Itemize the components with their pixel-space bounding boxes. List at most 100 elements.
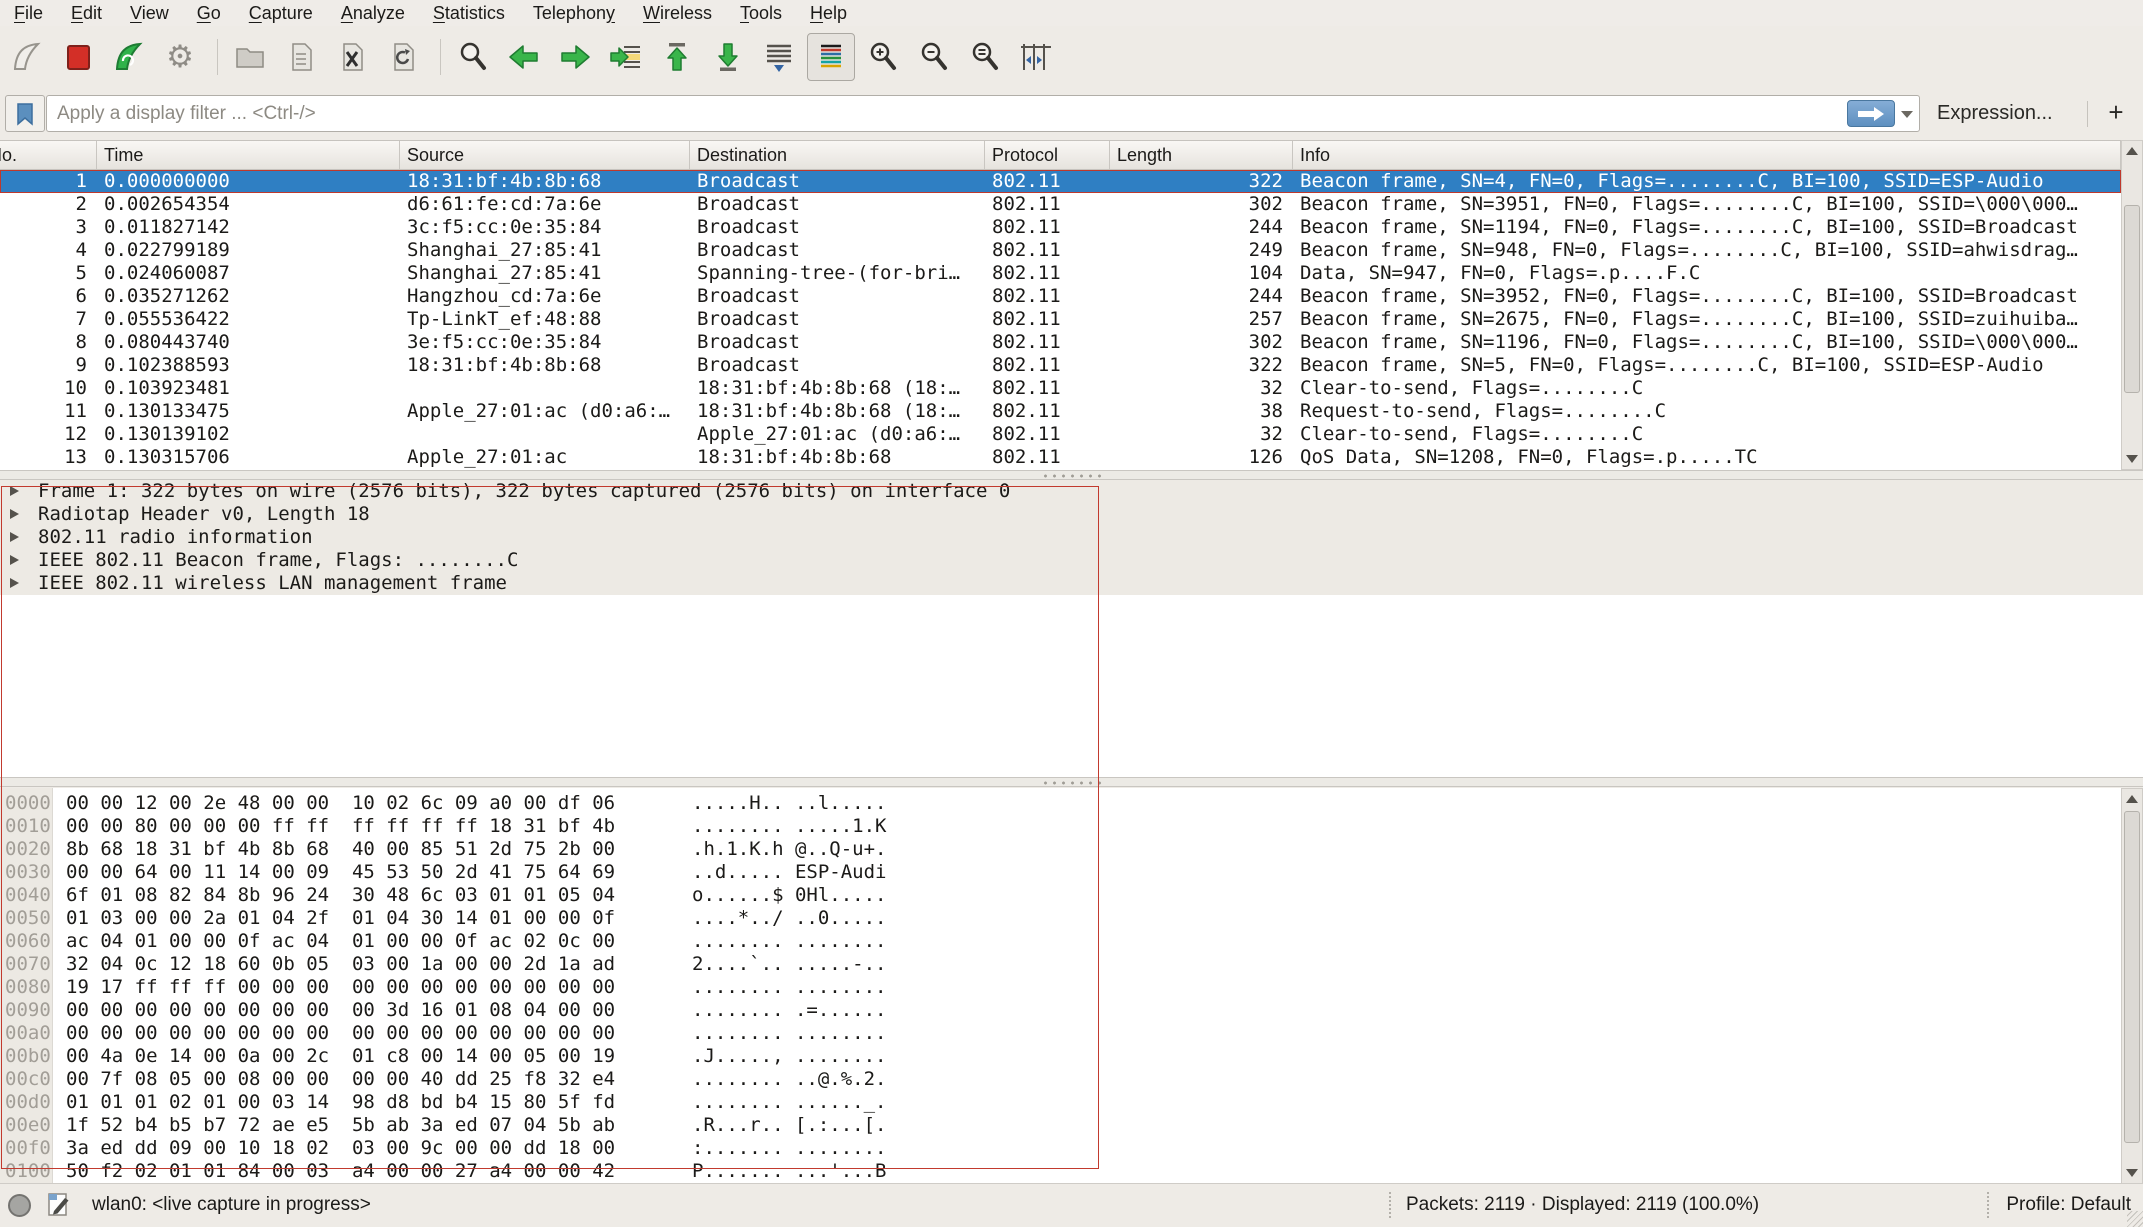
menu-view[interactable]: View	[116, 3, 183, 24]
column-header-info[interactable]: Info	[1293, 141, 2121, 169]
scroll-up-icon[interactable]	[2122, 789, 2142, 809]
zoom-out-button[interactable]	[911, 34, 957, 80]
go-back-button[interactable]	[501, 34, 547, 80]
hex-row-0070[interactable]: 007032 04 0c 12 18 60 0b 05 03 00 1a 00 …	[0, 953, 2143, 976]
hex-row-0080[interactable]: 008019 17 ff ff ff 00 00 00 00 00 00 00 …	[0, 976, 2143, 999]
find-packet-button[interactable]	[450, 34, 496, 80]
detail-row[interactable]: Frame 1: 322 bytes on wire (2576 bits), …	[0, 480, 2143, 503]
menu-file[interactable]: File	[0, 3, 57, 24]
hex-row-00d0[interactable]: 00d001 01 01 02 01 00 03 14 98 d8 bd b4 …	[0, 1091, 2143, 1114]
column-header-time[interactable]: Time	[97, 141, 400, 169]
expander-icon[interactable]	[10, 555, 19, 565]
restart-capture-button[interactable]	[106, 34, 152, 80]
expander-icon[interactable]	[10, 578, 19, 588]
column-header-source[interactable]: Source	[400, 141, 690, 169]
go-to-bottom-button[interactable]	[705, 34, 751, 80]
filter-dropdown-caret-icon[interactable]	[1901, 111, 1913, 118]
hex-row-0050[interactable]: 005001 03 00 00 2a 01 04 2f 01 04 30 14 …	[0, 907, 2143, 930]
cell-info: Data, SN=947, FN=0, Flags=.p....F.C	[1293, 262, 2121, 285]
packet-row-9[interactable]: 90.10238859318:31:bf:4b:8b:68Broadcast80…	[0, 354, 2121, 377]
bytes-scrollbar[interactable]	[2121, 788, 2143, 1184]
hex-row-0020[interactable]: 00208b 68 18 31 bf 4b 8b 68 40 00 85 51 …	[0, 838, 2143, 861]
capture-comment-icon[interactable]	[46, 1191, 72, 1225]
filter-bookmark-button[interactable]	[5, 95, 45, 132]
expander-icon[interactable]	[10, 509, 19, 519]
menu-edit[interactable]: Edit	[57, 3, 116, 24]
menu-help[interactable]: Help	[796, 3, 861, 24]
resize-grip[interactable]	[2127, 1211, 2143, 1227]
packet-list-scrollbar[interactable]	[2121, 140, 2143, 470]
packet-row-12[interactable]: 120.130139102Apple_27:01:ac (d0:a6:…802.…	[0, 423, 2121, 446]
detail-row[interactable]: IEEE 802.11 wireless LAN management fram…	[0, 572, 2143, 595]
expert-info-icon[interactable]	[8, 1194, 31, 1217]
details-splitter[interactable]	[0, 470, 2143, 480]
close-file-button[interactable]	[329, 34, 375, 80]
go-forward-button[interactable]	[552, 34, 598, 80]
expander-icon[interactable]	[10, 486, 19, 496]
packet-row-2[interactable]: 20.002654354d6:61:fe:cd:7a:6eBroadcast80…	[0, 193, 2121, 216]
scroll-up-icon[interactable]	[2122, 141, 2142, 161]
column-header-length[interactable]: Length	[1110, 141, 1293, 169]
open-file-button[interactable]	[227, 34, 273, 80]
hex-row-0100[interactable]: 010050 f2 02 01 01 84 00 03 a4 00 00 27 …	[0, 1160, 2143, 1183]
cell-no: 11	[0, 400, 97, 423]
packet-row-8[interactable]: 80.0804437403e:f5:cc:0e:35:84Broadcast80…	[0, 331, 2121, 354]
zoom-in-button[interactable]	[860, 34, 906, 80]
packet-row-5[interactable]: 50.024060087Shanghai_27:85:41Spanning-tr…	[0, 262, 2121, 285]
hex-row-00a0[interactable]: 00a000 00 00 00 00 00 00 00 00 00 00 00 …	[0, 1022, 2143, 1045]
go-to-top-button[interactable]	[654, 34, 700, 80]
packet-row-7[interactable]: 70.055536422Tp-LinkT_ef:48:88Broadcast80…	[0, 308, 2121, 331]
detail-row[interactable]: IEEE 802.11 Beacon frame, Flags: .......…	[0, 549, 2143, 572]
save-file-button[interactable]	[278, 34, 324, 80]
zoom-original-button[interactable]	[962, 34, 1008, 80]
expander-icon[interactable]	[10, 532, 19, 542]
auto-scroll-button[interactable]	[756, 34, 802, 80]
reload-file-button[interactable]	[380, 34, 426, 80]
scroll-down-icon[interactable]	[2122, 449, 2142, 469]
detail-row[interactable]: Radiotap Header v0, Length 18	[0, 503, 2143, 526]
capture-options-button[interactable]: ⚙	[157, 34, 203, 80]
packet-row-11[interactable]: 110.130133475Apple_27:01:ac (d0:a6:…18:3…	[0, 400, 2121, 423]
menu-tools[interactable]: Tools	[726, 3, 796, 24]
go-to-packet-button[interactable]	[603, 34, 649, 80]
add-filter-button[interactable]: +	[2096, 95, 2136, 132]
resize-columns-button[interactable]	[1013, 34, 1059, 80]
detail-row[interactable]: 802.11 radio information	[0, 526, 2143, 549]
expression-button[interactable]: Expression...	[1937, 95, 2053, 132]
colorize-packets-button[interactable]	[807, 33, 855, 81]
packet-row-1[interactable]: 10.00000000018:31:bf:4b:8b:68Broadcast80…	[0, 170, 2121, 193]
menu-telephony[interactable]: Telephony	[519, 3, 629, 24]
profile-selector[interactable]: Profile: Default	[2006, 1184, 2131, 1226]
hex-row-00c0[interactable]: 00c000 7f 08 05 00 08 00 00 00 00 40 dd …	[0, 1068, 2143, 1091]
hex-row-0030[interactable]: 003000 00 64 00 11 14 00 09 45 53 50 2d …	[0, 861, 2143, 884]
start-capture-button[interactable]	[4, 34, 50, 80]
scrollbar-thumb[interactable]	[2124, 205, 2140, 393]
column-header-protocol[interactable]: Protocol	[985, 141, 1110, 169]
stop-capture-button[interactable]	[55, 34, 101, 80]
packet-row-10[interactable]: 100.10392348118:31:bf:4b:8b:68 (18:…802.…	[0, 377, 2121, 400]
display-filter-input[interactable]	[46, 95, 1920, 132]
packet-row-13[interactable]: 130.130315706Apple_27:01:ac18:31:bf:4b:8…	[0, 446, 2121, 469]
packet-row-3[interactable]: 30.0118271423c:f5:cc:0e:35:84Broadcast80…	[0, 216, 2121, 239]
hex-row-0090[interactable]: 009000 00 00 00 00 00 00 00 00 3d 16 01 …	[0, 999, 2143, 1022]
scroll-down-icon[interactable]	[2122, 1163, 2142, 1183]
column-header-destination[interactable]: Destination	[690, 141, 985, 169]
menu-wireless[interactable]: Wireless	[629, 3, 726, 24]
hex-row-0000[interactable]: 000000 00 12 00 2e 48 00 00 10 02 6c 09 …	[0, 792, 2143, 815]
hex-row-0010[interactable]: 001000 00 80 00 00 00 ff ff ff ff ff ff …	[0, 815, 2143, 838]
scrollbar-thumb[interactable]	[2124, 811, 2140, 1143]
packet-row-6[interactable]: 60.035271262Hangzhou_cd:7a:6eBroadcast80…	[0, 285, 2121, 308]
menu-analyze[interactable]: Analyze	[327, 3, 419, 24]
packet-row-4[interactable]: 40.022799189Shanghai_27:85:41Broadcast80…	[0, 239, 2121, 262]
hex-row-00e0[interactable]: 00e01f 52 b4 b5 b7 72 ae e5 5b ab 3a ed …	[0, 1114, 2143, 1137]
hex-row-00f0[interactable]: 00f03a ed dd 09 00 10 18 02 03 00 9c 00 …	[0, 1137, 2143, 1160]
menu-capture[interactable]: Capture	[235, 3, 327, 24]
menu-statistics[interactable]: Statistics	[419, 3, 519, 24]
hex-row-0040[interactable]: 00406f 01 08 82 84 8b 96 24 30 48 6c 03 …	[0, 884, 2143, 907]
hex-row-00b0[interactable]: 00b000 4a 0e 14 00 0a 00 2c 01 c8 00 14 …	[0, 1045, 2143, 1068]
hex-row-0060[interactable]: 0060ac 04 01 00 00 0f ac 04 01 00 00 0f …	[0, 930, 2143, 953]
column-header-no[interactable]: No.	[0, 141, 97, 169]
apply-filter-button[interactable]	[1847, 100, 1895, 127]
bytes-splitter[interactable]	[0, 777, 2143, 787]
menu-go[interactable]: Go	[183, 3, 235, 24]
